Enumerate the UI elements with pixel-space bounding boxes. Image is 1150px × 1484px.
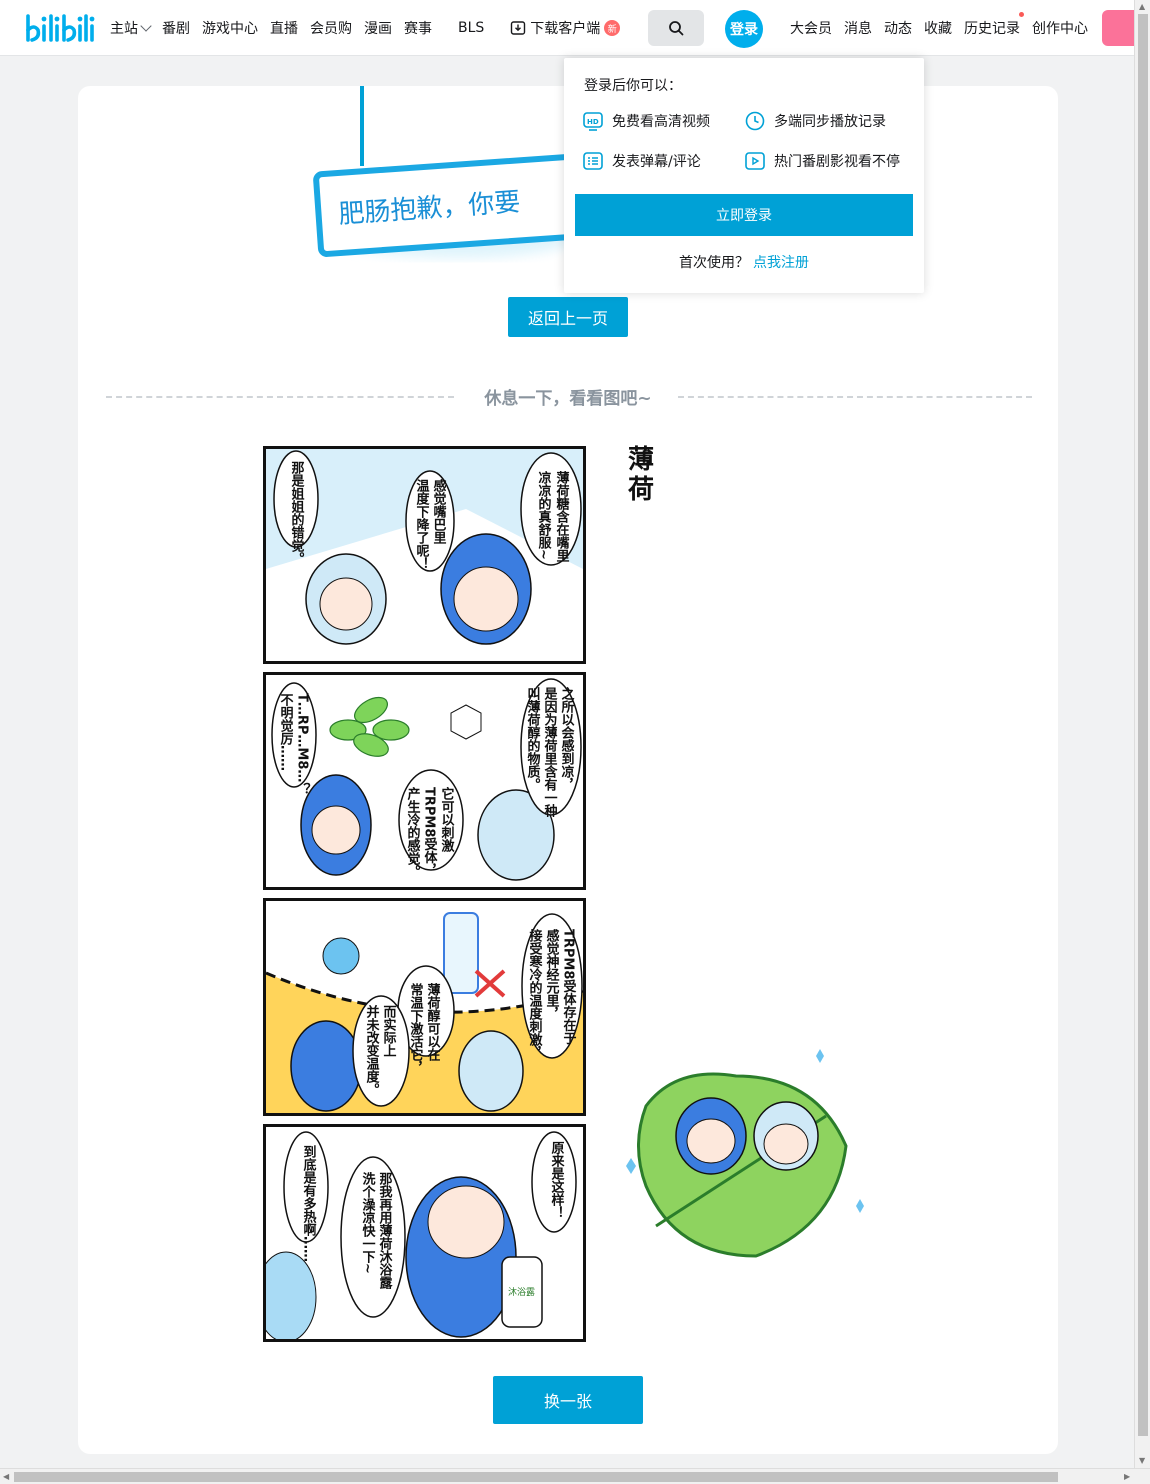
login-popover: 登录后你可以： HD 免费看高清视频 多端同步播放记录 发表弹幕/评论 热门番剧… bbox=[564, 58, 924, 293]
nav-live[interactable]: 直播 bbox=[270, 18, 298, 38]
bubble-2-8: 不明觉厉…… bbox=[278, 693, 294, 771]
feature-danmaku: 发表弹幕/评论 bbox=[582, 150, 701, 172]
login-avatar-button[interactable]: 登录 bbox=[725, 10, 763, 48]
bubble-2-1: 之所以会感到凉， bbox=[559, 686, 575, 791]
bubble-4-1: 原来是这样！ bbox=[549, 1141, 566, 1219]
register-link[interactable]: 点我注册 bbox=[753, 255, 809, 271]
back-button[interactable]: 返回上一页 bbox=[508, 297, 628, 337]
nav-manga[interactable]: 漫画 bbox=[364, 18, 392, 38]
nav-main-site[interactable]: 主站 bbox=[110, 18, 152, 38]
feature-sync-history: 多端同步播放记录 bbox=[744, 110, 886, 132]
popover-title: 登录后你可以： bbox=[584, 78, 682, 94]
feature-hd-video: HD 免费看高清视频 bbox=[582, 110, 710, 132]
comic-panel-2: 之所以会感到凉， 是因为薄荷里含有一种 叫薄荷醇的物质。 它可以刺激 TRPM8… bbox=[263, 672, 586, 890]
nav-download-client[interactable]: 下载客户端 新 bbox=[510, 18, 621, 38]
comic-panel-1: 薄荷糖含在嘴里 凉凉的真舒服~ 感觉嘴巴里 温度下降了呢！ 那是姐姐的错觉。 bbox=[263, 446, 586, 664]
nav-messages[interactable]: 消息 bbox=[844, 18, 872, 38]
bubble-3-1: TRPM8受体存在于 bbox=[561, 929, 577, 1046]
nav-member-shop[interactable]: 会员购 bbox=[310, 18, 352, 38]
comic-title: 薄荷 bbox=[627, 445, 654, 505]
bubble-1-2: 凉凉的真舒服~ bbox=[536, 470, 552, 559]
nav-right: 大会员 消息 动态 收藏 历史记录 创作中心 bbox=[790, 0, 1100, 56]
upload-button[interactable] bbox=[1102, 10, 1136, 46]
bubble-1-4: 温度下降了呢！ bbox=[414, 479, 430, 570]
change-image-button[interactable]: 换一张 bbox=[493, 1376, 643, 1424]
danmaku-icon bbox=[583, 152, 603, 170]
search-icon bbox=[669, 21, 684, 36]
nav-dynamics[interactable]: 动态 bbox=[884, 18, 912, 38]
chevron-down-icon bbox=[140, 20, 152, 32]
bubble-1-3: 感觉嘴巴里 bbox=[431, 478, 447, 545]
nav-game-center[interactable]: 游戏中心 bbox=[202, 18, 258, 38]
bubble-4-3: 洗个澡凉快一下~ bbox=[360, 1171, 377, 1273]
mint-leaf-sticker bbox=[626, 1049, 864, 1258]
vertical-scroll-thumb[interactable] bbox=[1138, 14, 1148, 1436]
nav-history[interactable]: 历史记录 bbox=[964, 12, 1024, 38]
scroll-down-arrow[interactable]: ▼ bbox=[1139, 1456, 1145, 1465]
search-button[interactable] bbox=[648, 10, 704, 46]
svg-text:HD: HD bbox=[587, 118, 599, 126]
notification-dot bbox=[1019, 12, 1024, 17]
bubble-3-4: 薄荷醇可以在 bbox=[425, 982, 442, 1062]
scroll-right-arrow[interactable]: ▶ bbox=[1124, 1472, 1130, 1481]
nav-esports[interactable]: 赛事 bbox=[404, 18, 432, 38]
nav-anime[interactable]: 番剧 bbox=[162, 18, 190, 38]
scroll-left-arrow[interactable]: ◀ bbox=[3, 1472, 9, 1481]
bubble-2-3: 叫薄荷醇的物质。 bbox=[525, 686, 542, 791]
nav-favorites[interactable]: 收藏 bbox=[924, 18, 952, 38]
bubble-4-2: 那我再用薄荷沐浴露 bbox=[377, 1172, 394, 1290]
bilibili-logo[interactable] bbox=[24, 10, 96, 46]
bubble-1-5: 那是姐姐的错觉。 bbox=[289, 461, 306, 565]
bubble-3-3: 接受寒冷的温度刺激， bbox=[527, 928, 544, 1059]
comic-panel-3: TRPM8受体存在于 感觉神经元里， 接受寒冷的温度刺激， 薄荷醇可以在 常温下… bbox=[263, 898, 586, 1116]
play-video-icon bbox=[745, 152, 765, 170]
bubble-4-4: 到底是有多热啊…… bbox=[301, 1145, 318, 1262]
feature-hot-anime: 热门番剧影视看不停 bbox=[744, 150, 900, 172]
bubble-2-2: 是因为薄荷里含有一种 bbox=[542, 687, 559, 818]
nav-vip[interactable]: 大会员 bbox=[790, 18, 832, 38]
new-badge: 新 bbox=[604, 20, 621, 36]
horizontal-scrollbar[interactable]: ◀ ▶ bbox=[0, 1468, 1150, 1484]
bubble-3-7: 并未改变温度。 bbox=[364, 1004, 381, 1096]
clock-icon bbox=[745, 111, 765, 131]
hd-video-icon: HD bbox=[583, 112, 603, 131]
top-header: 主站 番剧 游戏中心 直播 会员购 漫画 赛事 BLS 下载客户端 新 登录 大… bbox=[0, 0, 1136, 56]
bubble-2-7: T…RP…M8…？ bbox=[295, 693, 310, 795]
vertical-scrollbar[interactable]: ▲ ▼ bbox=[1134, 0, 1150, 1468]
nav-left: 主站 番剧 游戏中心 直播 会员购 漫画 赛事 BLS 下载客户端 新 bbox=[110, 0, 632, 56]
nav-bls[interactable]: BLS bbox=[458, 20, 484, 36]
comic-strip: 薄荷糖含在嘴里 凉凉的真舒服~ 感觉嘴巴里 温度下降了呢！ 那是姐姐的错觉。 之… bbox=[263, 446, 586, 1346]
login-now-button[interactable]: 立即登录 bbox=[575, 194, 913, 236]
comic-panel-4: 沐浴露 原来是这样！ 那我再用薄荷沐浴露 洗个澡凉快一下~ 到底是有多热啊…… bbox=[263, 1124, 586, 1342]
bubble-3-6: 而实际上 bbox=[381, 1005, 397, 1057]
bubble-2-4: 它可以刺激 bbox=[439, 786, 455, 853]
bubble-3-2: 感觉神经元里， bbox=[544, 928, 560, 1020]
divider-right bbox=[678, 396, 1032, 398]
download-icon bbox=[511, 21, 526, 35]
bottle-label: 沐浴露 bbox=[508, 1286, 535, 1298]
scroll-up-arrow[interactable]: ▲ bbox=[1139, 2, 1145, 11]
register-line: 首次使用？ 点我注册 bbox=[679, 255, 809, 271]
bubble-2-5: TRPM8受体， bbox=[422, 787, 438, 876]
bubble-3-5: 常温下激活它， bbox=[408, 982, 424, 1074]
bubble-2-6: 产生冷的感觉。 bbox=[405, 786, 421, 878]
nav-creator-center[interactable]: 创作中心 bbox=[1032, 18, 1088, 38]
bubble-1-1: 薄荷糖含在嘴里 bbox=[554, 470, 571, 563]
horizontal-scroll-thumb[interactable] bbox=[14, 1472, 1058, 1482]
